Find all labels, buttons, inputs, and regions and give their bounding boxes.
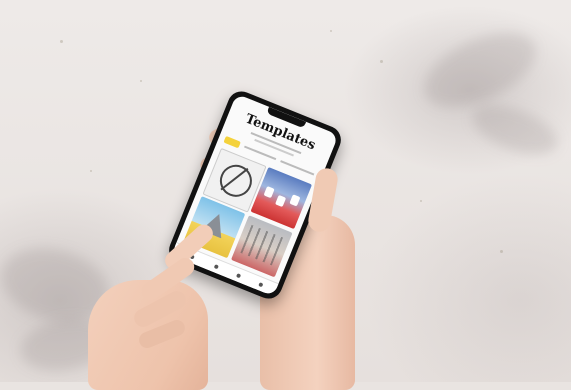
marble-speck [500,250,503,253]
figure-graphic [263,185,275,199]
photo-frame: Templates [0,0,571,390]
figure-graphic [289,194,301,207]
filter-chip [223,135,241,149]
leaf-shadow [465,95,565,165]
nav-icon [258,282,264,288]
nav-icon [235,273,242,279]
marble-speck [90,170,92,172]
building-graphic [240,224,284,266]
marble-speck [140,80,142,82]
marble-speck [380,60,383,63]
marble-speck [420,200,422,202]
marble-speck [60,40,63,43]
bicycle-wheel-graphic [215,159,257,202]
marble-speck [330,30,332,32]
nav-icon [213,264,219,270]
figure-graphic [275,194,287,208]
